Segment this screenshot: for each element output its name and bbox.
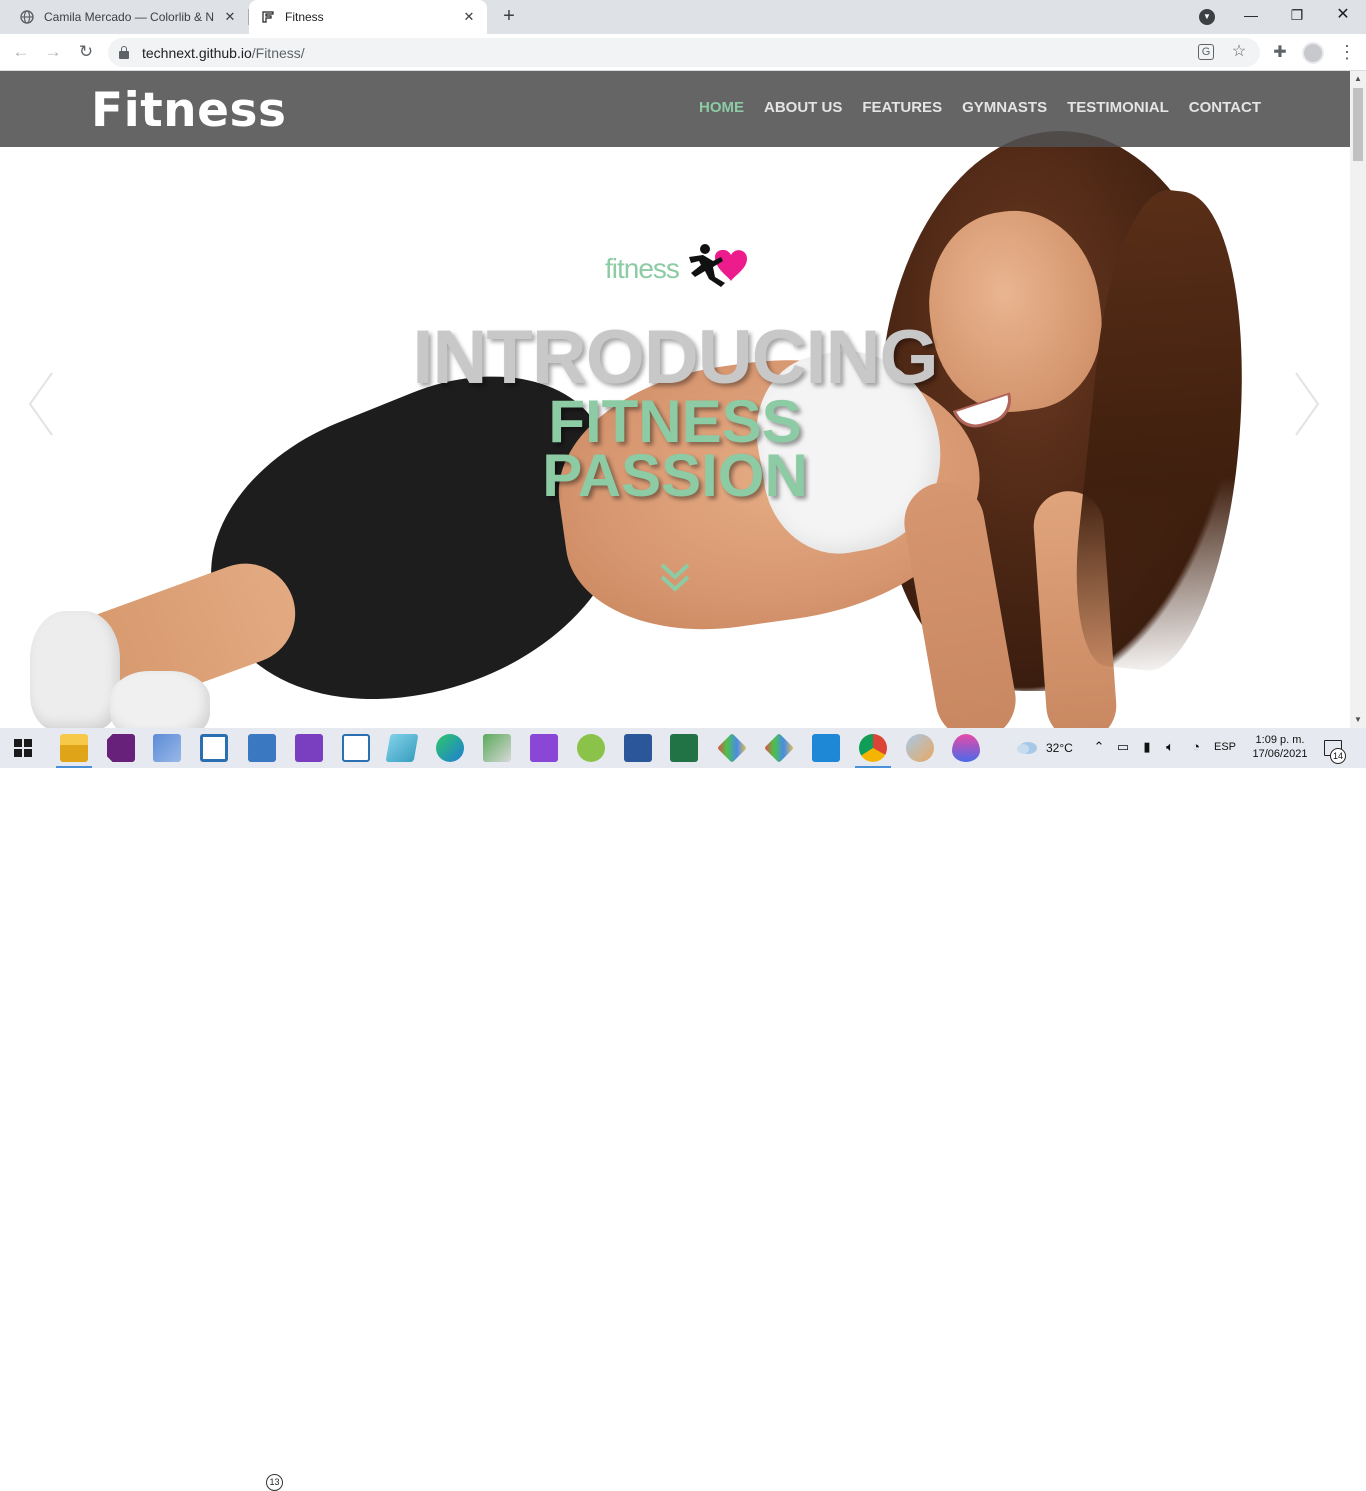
url-path: /Fitness/ — [251, 45, 305, 61]
chevron-up-icon[interactable]: ⌃ — [1090, 739, 1108, 755]
app-cyan-icon[interactable] — [385, 734, 419, 762]
excel-icon[interactable] — [670, 734, 698, 762]
app-green-icon[interactable] — [577, 734, 605, 762]
minimize-button[interactable]: — — [1228, 0, 1274, 30]
visual-studio-icon[interactable] — [107, 734, 135, 762]
site-header: Fitness HOME ABOUT US FEATURES GYMNASTS … — [0, 71, 1350, 147]
browser-toolbar: ← → ↻ technext.github.io/Fitness/ G ☆ — [0, 34, 1366, 71]
weather-temperature[interactable]: 32°C — [1046, 741, 1073, 755]
browser-menu-icon[interactable]: ⋮ — [1338, 42, 1356, 64]
extensions-puzzle-icon[interactable]: ✚ — [1270, 43, 1290, 63]
hero-banner: fitness INTRODUCING FITNESS PASSION — [0, 71, 1350, 728]
meet-now-icon[interactable]: ▭ — [1114, 739, 1132, 755]
tools-app-icon[interactable] — [153, 734, 181, 762]
battery-icon[interactable]: ▮ — [1138, 739, 1156, 755]
nav-link-testimonial[interactable]: TESTIMONIAL — [1067, 99, 1169, 116]
reload-button[interactable]: ↻ — [74, 40, 98, 64]
forward-button[interactable]: → — [41, 40, 65, 64]
vscode-icon[interactable] — [812, 734, 840, 762]
wifi-icon[interactable]: ◔ — [1187, 739, 1205, 754]
language-indicator[interactable]: ESP — [1214, 741, 1236, 753]
close-tab-icon[interactable]: ✕ — [461, 9, 477, 25]
speaker-icon[interactable]: 🔈︎ — [1161, 739, 1179, 755]
weather-cloud-icon[interactable] — [1016, 738, 1038, 756]
tab-camila-mercado[interactable]: Camila Mercado — Colorlib & Nc ✕ — [8, 0, 248, 34]
app-blocks-icon[interactable] — [483, 734, 511, 762]
clock-time: 1:09 p. m. — [1255, 734, 1305, 746]
scroll-thumb[interactable] — [1353, 88, 1363, 161]
restore-button[interactable]: ❐ — [1274, 0, 1320, 30]
back-button[interactable]: ← — [9, 40, 33, 64]
new-tab-button[interactable]: + — [499, 6, 519, 27]
tab-title: Camila Mercado — Colorlib & Nc — [44, 10, 214, 24]
double-chevron-down-icon[interactable] — [659, 561, 691, 593]
clock-date: 17/06/2021 — [1252, 748, 1308, 760]
hero-photo-shoe — [110, 671, 210, 728]
url-text[interactable]: technext.github.io/Fitness/ — [142, 45, 305, 61]
nav-link-features[interactable]: FEATURES — [862, 99, 942, 116]
paint-icon[interactable] — [906, 734, 934, 762]
nav-link-home[interactable]: HOME — [699, 99, 744, 116]
page-viewport: fitness INTRODUCING FITNESS PASSION Fitn… — [0, 71, 1350, 728]
close-tab-icon[interactable]: ✕ — [222, 9, 238, 25]
file-explorer-icon[interactable] — [56, 734, 92, 768]
hero-photo-shoe — [30, 611, 120, 728]
edge-browser-icon[interactable] — [436, 734, 464, 762]
address-bar[interactable]: technext.github.io/Fitness/ G ☆ — [108, 38, 1260, 67]
translate-icon[interactable]: G — [1198, 44, 1214, 60]
tab-search-icon[interactable]: ▼ — [1199, 9, 1215, 25]
close-window-button[interactable]: ✕ — [1320, 0, 1366, 30]
word-icon[interactable] — [624, 734, 652, 762]
mail-badge: 13 — [266, 1474, 283, 1491]
tab-strip: Camila Mercado — Colorlib & Nc ✕ Fitness… — [0, 0, 1366, 34]
windows-start-icon[interactable] — [14, 739, 32, 757]
visual-studio-2-icon[interactable] — [530, 734, 558, 762]
site-logo[interactable]: Fitness — [91, 83, 286, 138]
hero-brand-text: fitness — [605, 253, 680, 284]
app-frame-icon[interactable] — [200, 734, 228, 762]
tab-title: Fitness — [285, 10, 324, 24]
nav-link-contact[interactable]: CONTACT — [1189, 99, 1261, 116]
fitness-favicon — [262, 11, 274, 23]
lock-icon[interactable] — [119, 46, 129, 59]
notification-count: 14 — [1330, 748, 1346, 764]
clock[interactable]: 1:09 p. m. 17/06/2021 — [1252, 733, 1308, 761]
hero-subtitle-line2: PASSION — [542, 442, 808, 509]
profile-avatar[interactable] — [1302, 42, 1324, 64]
nav-link-about-us[interactable]: ABOUT US — [764, 99, 842, 116]
visual-studio-purple-icon[interactable] — [295, 734, 323, 762]
url-domain: technext.github.io — [142, 45, 252, 61]
chrome-icon[interactable] — [855, 734, 891, 768]
page-scrollbar[interactable]: ▲ ▼ — [1350, 71, 1366, 728]
app-diamond-2-icon[interactable] — [764, 733, 794, 763]
mail-icon[interactable] — [248, 734, 276, 762]
app-flame-icon[interactable] — [952, 734, 980, 762]
hero-brand-logo: fitness — [605, 243, 755, 289]
scroll-down-arrow-icon[interactable]: ▼ — [1350, 712, 1366, 728]
windows-taskbar: 13 32°C ⌃ ▭ ▮ 🔈︎ ◔ ESP 1:09 p. m. 17/06/… — [0, 728, 1366, 1491]
scroll-up-arrow-icon[interactable]: ▲ — [1350, 71, 1366, 87]
app-diamond-icon[interactable] — [717, 733, 747, 763]
globe-icon — [20, 10, 34, 24]
runner-heart-icon — [689, 244, 747, 287]
nav-link-gymnasts[interactable]: GYMNASTS — [962, 99, 1047, 116]
app-window-icon[interactable] — [342, 734, 370, 762]
bookmark-star-icon[interactable]: ☆ — [1230, 43, 1248, 61]
tab-fitness[interactable]: Fitness ✕ — [249, 0, 487, 34]
site-nav: HOME ABOUT US FEATURES GYMNASTS TESTIMON… — [699, 99, 1261, 116]
